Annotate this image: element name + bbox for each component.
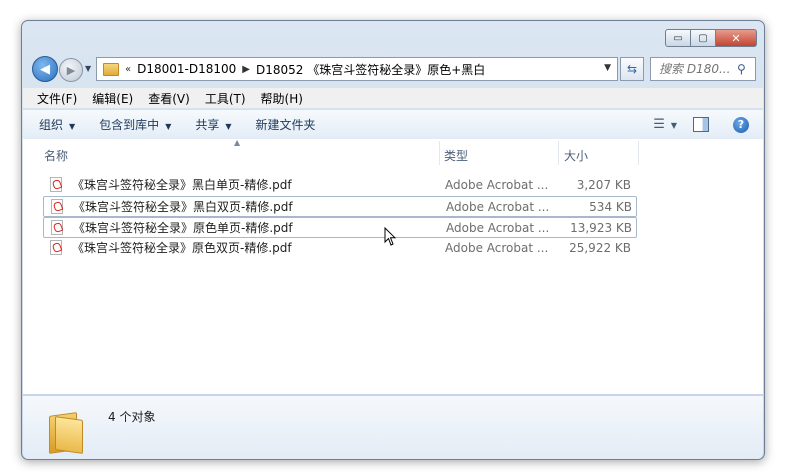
help-icon[interactable]: ?	[733, 116, 749, 133]
address-bar[interactable]: « D18001-D18100 ▶ D18052 《珠宫斗签符秘全录》原色+黑白…	[96, 57, 618, 81]
mouse-cursor-icon	[384, 227, 396, 246]
file-row[interactable]: 《珠宫斗签符秘全录》黑白单页-精修.pdf Adobe Acrobat ... …	[43, 175, 635, 194]
close-button[interactable]: ✕	[716, 29, 757, 47]
file-type: Adobe Acrobat ...	[445, 177, 549, 192]
column-size[interactable]: 大小	[564, 147, 588, 164]
breadcrumb-item[interactable]: D18001-D18100	[137, 62, 236, 76]
chevron-right-icon[interactable]: ▶	[242, 64, 250, 75]
menu-file[interactable]: 文件(F)	[37, 90, 77, 107]
folder-icon	[103, 62, 119, 76]
breadcrumb-item[interactable]: D18052 《珠宫斗签符秘全录》原色+黑白	[256, 61, 485, 78]
menu-help[interactable]: 帮助(H)	[261, 90, 303, 107]
file-size: 13,923 KB	[570, 220, 632, 235]
file-name: 《珠宫斗签符秘全录》黑白单页-精修.pdf	[72, 178, 292, 192]
pdf-file-icon	[51, 220, 63, 235]
menu-view[interactable]: 查看(V)	[148, 90, 190, 107]
file-list: ▲ 名称 类型 大小 《珠宫斗签符秘全录》黑白单页-精修.pdf Adobe A…	[23, 138, 763, 394]
file-row[interactable]: 《珠宫斗签符秘全录》黑白双页-精修.pdf Adobe Acrobat ... …	[43, 196, 637, 217]
recent-pages-dropdown[interactable]: ▼	[85, 64, 91, 73]
organize-button[interactable]: 组织 ▼	[39, 116, 75, 133]
share-button[interactable]: 共享 ▼	[195, 116, 231, 133]
forward-button[interactable]: ▶	[59, 58, 83, 82]
file-name: 《珠宫斗签符秘全录》黑白双页-精修.pdf	[73, 200, 293, 214]
include-in-library-button[interactable]: 包含到库中 ▼	[99, 116, 171, 133]
breadcrumb-overflow[interactable]: «	[125, 64, 131, 75]
search-box[interactable]: ⚲	[650, 57, 756, 81]
file-row[interactable]: 《珠宫斗签符秘全录》原色单页-精修.pdf Adobe Acrobat ... …	[43, 217, 637, 238]
chevron-down-icon[interactable]: ▼	[604, 63, 611, 73]
column-headers: ▲ 名称 类型 大小	[23, 138, 763, 167]
navigation-row: ◀ ▶ ▼ « D18001-D18100 ▶ D18052 《珠宫斗签符秘全录…	[30, 55, 756, 83]
preview-pane-icon[interactable]	[693, 117, 709, 132]
menu-edit[interactable]: 编辑(E)	[92, 90, 133, 107]
views-icon: ☰	[653, 117, 665, 132]
column-type[interactable]: 类型	[444, 147, 468, 164]
file-size: 3,207 KB	[576, 177, 631, 192]
details-pane: 4 个对象	[23, 395, 763, 459]
file-type: Adobe Acrobat ...	[445, 240, 549, 255]
sort-ascending-icon: ▲	[234, 138, 241, 147]
file-type: Adobe Acrobat ...	[446, 199, 550, 214]
maximize-button[interactable]: ▢	[691, 29, 716, 47]
views-button[interactable]: ☰ ▼	[653, 117, 677, 132]
pdf-file-icon	[50, 177, 62, 192]
file-size: 534 KB	[589, 199, 632, 214]
search-input[interactable]	[657, 61, 735, 77]
minimize-button[interactable]: ▭	[665, 29, 691, 47]
file-name: 《珠宫斗签符秘全录》原色双页-精修.pdf	[72, 241, 292, 255]
menu-bar: 文件(F) 编辑(E) 查看(V) 工具(T) 帮助(H)	[23, 88, 763, 108]
file-name: 《珠宫斗签符秘全录》原色单页-精修.pdf	[73, 221, 293, 235]
refresh-button[interactable]: ⇆	[620, 57, 644, 81]
back-button[interactable]: ◀	[32, 56, 58, 82]
file-size: 25,922 KB	[569, 240, 631, 255]
folder-icon	[49, 410, 83, 454]
command-bar: 组织 ▼ 包含到库中 ▼ 共享 ▼ 新建文件夹 ☰ ▼ ?	[23, 109, 763, 140]
item-count: 4 个对象	[108, 410, 156, 424]
search-icon[interactable]: ⚲	[737, 62, 746, 76]
menu-tools[interactable]: 工具(T)	[205, 90, 246, 107]
column-name[interactable]: 名称	[44, 147, 68, 164]
caption-buttons: ▭ ▢ ✕	[665, 29, 757, 47]
file-type: Adobe Acrobat ...	[446, 220, 550, 235]
explorer-window: ▭ ▢ ✕ ◀ ▶ ▼ « D18001-D18100 ▶ D18052 《珠宫…	[21, 20, 765, 460]
new-folder-button[interactable]: 新建文件夹	[256, 116, 316, 133]
pdf-file-icon	[50, 240, 62, 255]
pdf-file-icon	[51, 199, 63, 214]
file-row[interactable]: 《珠宫斗签符秘全录》原色双页-精修.pdf Adobe Acrobat ... …	[43, 238, 635, 257]
